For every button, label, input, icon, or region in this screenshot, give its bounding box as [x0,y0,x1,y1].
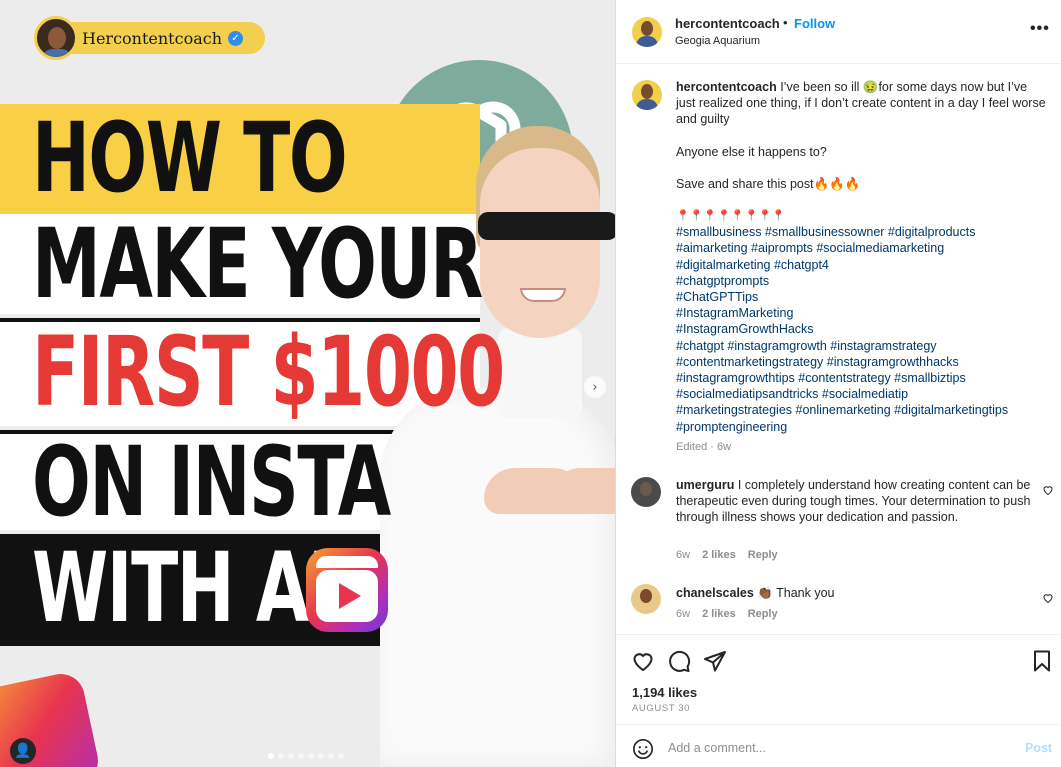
carousel-dot[interactable] [328,753,334,759]
heart-icon[interactable] [631,649,655,673]
comment-meta: 6w 2 likes Reply [676,549,778,561]
comment-composer: Post [616,724,1061,767]
comment-icon[interactable] [667,649,691,673]
user-tag-icon[interactable]: 👤 [10,738,36,764]
hashtag-line[interactable]: #instagramgrowthtips #contentstrategy #s… [676,370,1046,386]
header-username[interactable]: hercontentcoach [675,16,780,31]
post-caption: hercontentcoach I’ve been so ill 🤢for so… [676,79,1046,435]
post-date: AUGUST 30 [632,703,691,714]
headline-line-5: WITH AI [32,532,334,644]
comment-input[interactable] [668,737,988,759]
headline-line-2: MAKE YOUR [32,208,483,320]
hashtag-line[interactable]: #InstagramGrowthHacks [676,321,1046,337]
comment-meta: 6w 2 likes Reply [676,608,778,620]
reels-logo-icon [306,548,388,632]
comment-username[interactable]: umerguru [676,478,734,492]
carousel-dot[interactable] [288,753,294,759]
headline-line-3: FIRST $1000 [32,316,505,428]
comment-username[interactable]: chanelscales [676,586,754,600]
bookmark-icon[interactable] [1030,649,1054,673]
carousel-dot[interactable] [338,753,344,759]
comment-likes[interactable]: 2 likes [702,608,736,620]
comment-time: 6w [676,608,691,620]
caption-cta: Save and share this post🔥🔥🔥 [676,176,861,191]
reply-button[interactable]: Reply [748,549,778,561]
caption-question: Anyone else it happens to? [676,144,827,159]
comment-item: chanelscales 👏🏾 Thank you [676,585,1036,601]
headline-line-4: ON INSTA [32,426,391,538]
verified-icon: ✓ [228,30,243,46]
hashtag-line[interactable]: #ChatGPTTips [676,289,1046,305]
hashtag-line[interactable]: #InstagramMarketing [676,305,1046,321]
hashtag-line[interactable]: #chatgptprompts [676,273,1046,289]
comment-item: umerguru I completely understand how cre… [676,477,1036,526]
carousel-dot[interactable] [278,753,284,759]
hashtag-line[interactable]: #promptengineering [676,419,1046,435]
hashtag-line[interactable]: #socialmediatipsandtricks #socialmediati… [676,386,1046,402]
carousel-dots [268,753,344,759]
hashtag-line[interactable]: #smallbusiness #smallbusinessowner #digi… [676,224,1046,240]
hashtag-block: #smallbusiness #smallbusinessowner #digi… [676,224,1046,435]
next-arrow-icon[interactable]: › [584,376,606,398]
caption-username[interactable]: hercontentcoach [676,80,777,94]
comments-pane: hercontentcoach • Follow Geogia Aquarium… [615,0,1061,767]
comment-time: 6w [676,549,691,561]
post-actions: 1,194 likes AUGUST 30 [616,634,1061,724]
avatar[interactable] [632,17,662,47]
headline-line-1: HOW TO [32,102,348,214]
header-separator: • [783,15,788,30]
avatar[interactable] [631,477,661,507]
carousel-dot[interactable] [308,753,314,759]
heart-icon[interactable] [1042,592,1054,604]
post-button[interactable]: Post [1025,741,1052,755]
edited-timestamp: Edited · 6w [676,441,732,453]
caption-pins: 📍📍📍📍📍📍📍📍 [676,210,786,223]
avatar[interactable] [631,584,661,614]
carousel-dot[interactable] [298,753,304,759]
hashtag-line[interactable]: #digitalmarketing #chatgpt4 [676,257,1046,273]
emoji-icon[interactable] [632,738,654,760]
share-icon[interactable] [703,649,727,673]
comment-text: 👏🏾 Thank you [753,586,835,600]
hashtag-line[interactable]: #chatgpt #instagramgrowth #instagramstra… [676,338,1046,354]
brand-badge: Hercontentcoach ✓ [34,16,265,60]
likes-count[interactable]: 1,194 likes [632,685,697,700]
follow-button[interactable]: Follow [794,16,835,31]
more-icon[interactable]: ••• [1030,20,1050,38]
hashtag-line[interactable]: #marketingstrategies #onlinemarketing #d… [676,402,1046,418]
brand-avatar [34,16,78,60]
brand-name: Hercontentcoach [82,28,222,48]
heart-icon[interactable] [1042,484,1054,496]
comment-likes[interactable]: 2 likes [702,549,736,561]
reply-button[interactable]: Reply [748,608,778,620]
hashtag-line[interactable]: #aimarketing #aiprompts #socialmediamark… [676,240,1046,256]
post-header: hercontentcoach • Follow Geogia Aquarium… [616,0,1061,64]
post-media[interactable]: Hercontentcoach ✓ HOW TO MAKE YOUR FIRST… [0,0,615,767]
hashtag-line[interactable]: #contentmarketingstrategy #instagramgrow… [676,354,1046,370]
location-link[interactable]: Geogia Aquarium [675,35,760,47]
caption-avatar[interactable] [632,80,662,110]
carousel-dot[interactable] [268,753,274,759]
carousel-dot[interactable] [318,753,324,759]
